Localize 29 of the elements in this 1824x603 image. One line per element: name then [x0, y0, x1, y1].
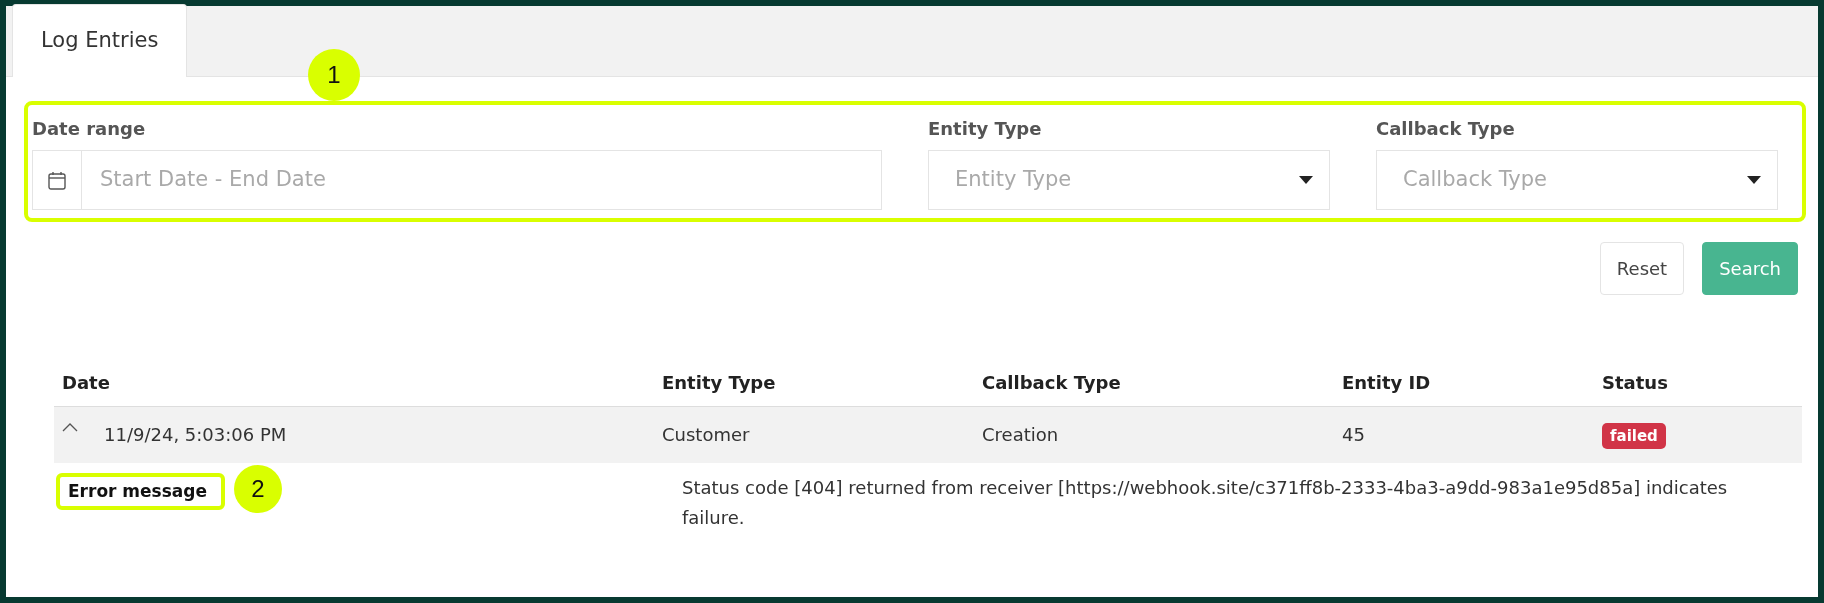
- callout-number: 2: [234, 464, 282, 513]
- caret-icon: [1299, 176, 1313, 184]
- callout-number: 1: [308, 49, 360, 101]
- column-header: Date: [54, 359, 654, 407]
- chevron-up-icon[interactable]: [62, 423, 78, 433]
- dropdown-placeholder: Callback Type: [1403, 166, 1548, 194]
- field-label: Date range: [32, 117, 147, 141]
- error-message: Status code [404] returned from receiver [https://webhook.site/c371ff8b-2333-4ba3-a9dd-983a1e95d85a] indicates failure.: [682, 476, 1728, 528]
- dropdown[interactable]: Entity Type: [928, 150, 1330, 210]
- caret-icon: [1747, 176, 1761, 184]
- table-cell: 45: [1342, 424, 1365, 446]
- table-cell: Creation: [982, 424, 1059, 446]
- field-label: Callback Type: [1376, 117, 1516, 141]
- tab[interactable]: Log Entries: [12, 3, 188, 77]
- search-button[interactable]: Search: [1702, 242, 1798, 295]
- column-header: Entity ID: [1334, 359, 1594, 407]
- dropdown[interactable]: Callback Type: [1376, 150, 1778, 210]
- date-range-field[interactable]: Start Date - End Date: [82, 150, 882, 210]
- column-header: Status: [1594, 359, 1802, 407]
- column-header: Entity Type: [654, 359, 974, 407]
- dropdown-placeholder: Entity Type: [955, 166, 1072, 194]
- table-cell: Customer: [662, 424, 750, 446]
- table-cell-text: 11/9/24, 5:03:06 PM: [104, 423, 287, 448]
- detail-label: Error message: [56, 472, 225, 510]
- reset-button[interactable]: Reset: [1599, 242, 1685, 295]
- calendar-icon: [48, 170, 66, 190]
- field-label: Entity Type: [928, 117, 1043, 141]
- status-tag: failed: [1602, 423, 1666, 450]
- column-header: Callback Type: [974, 359, 1334, 407]
